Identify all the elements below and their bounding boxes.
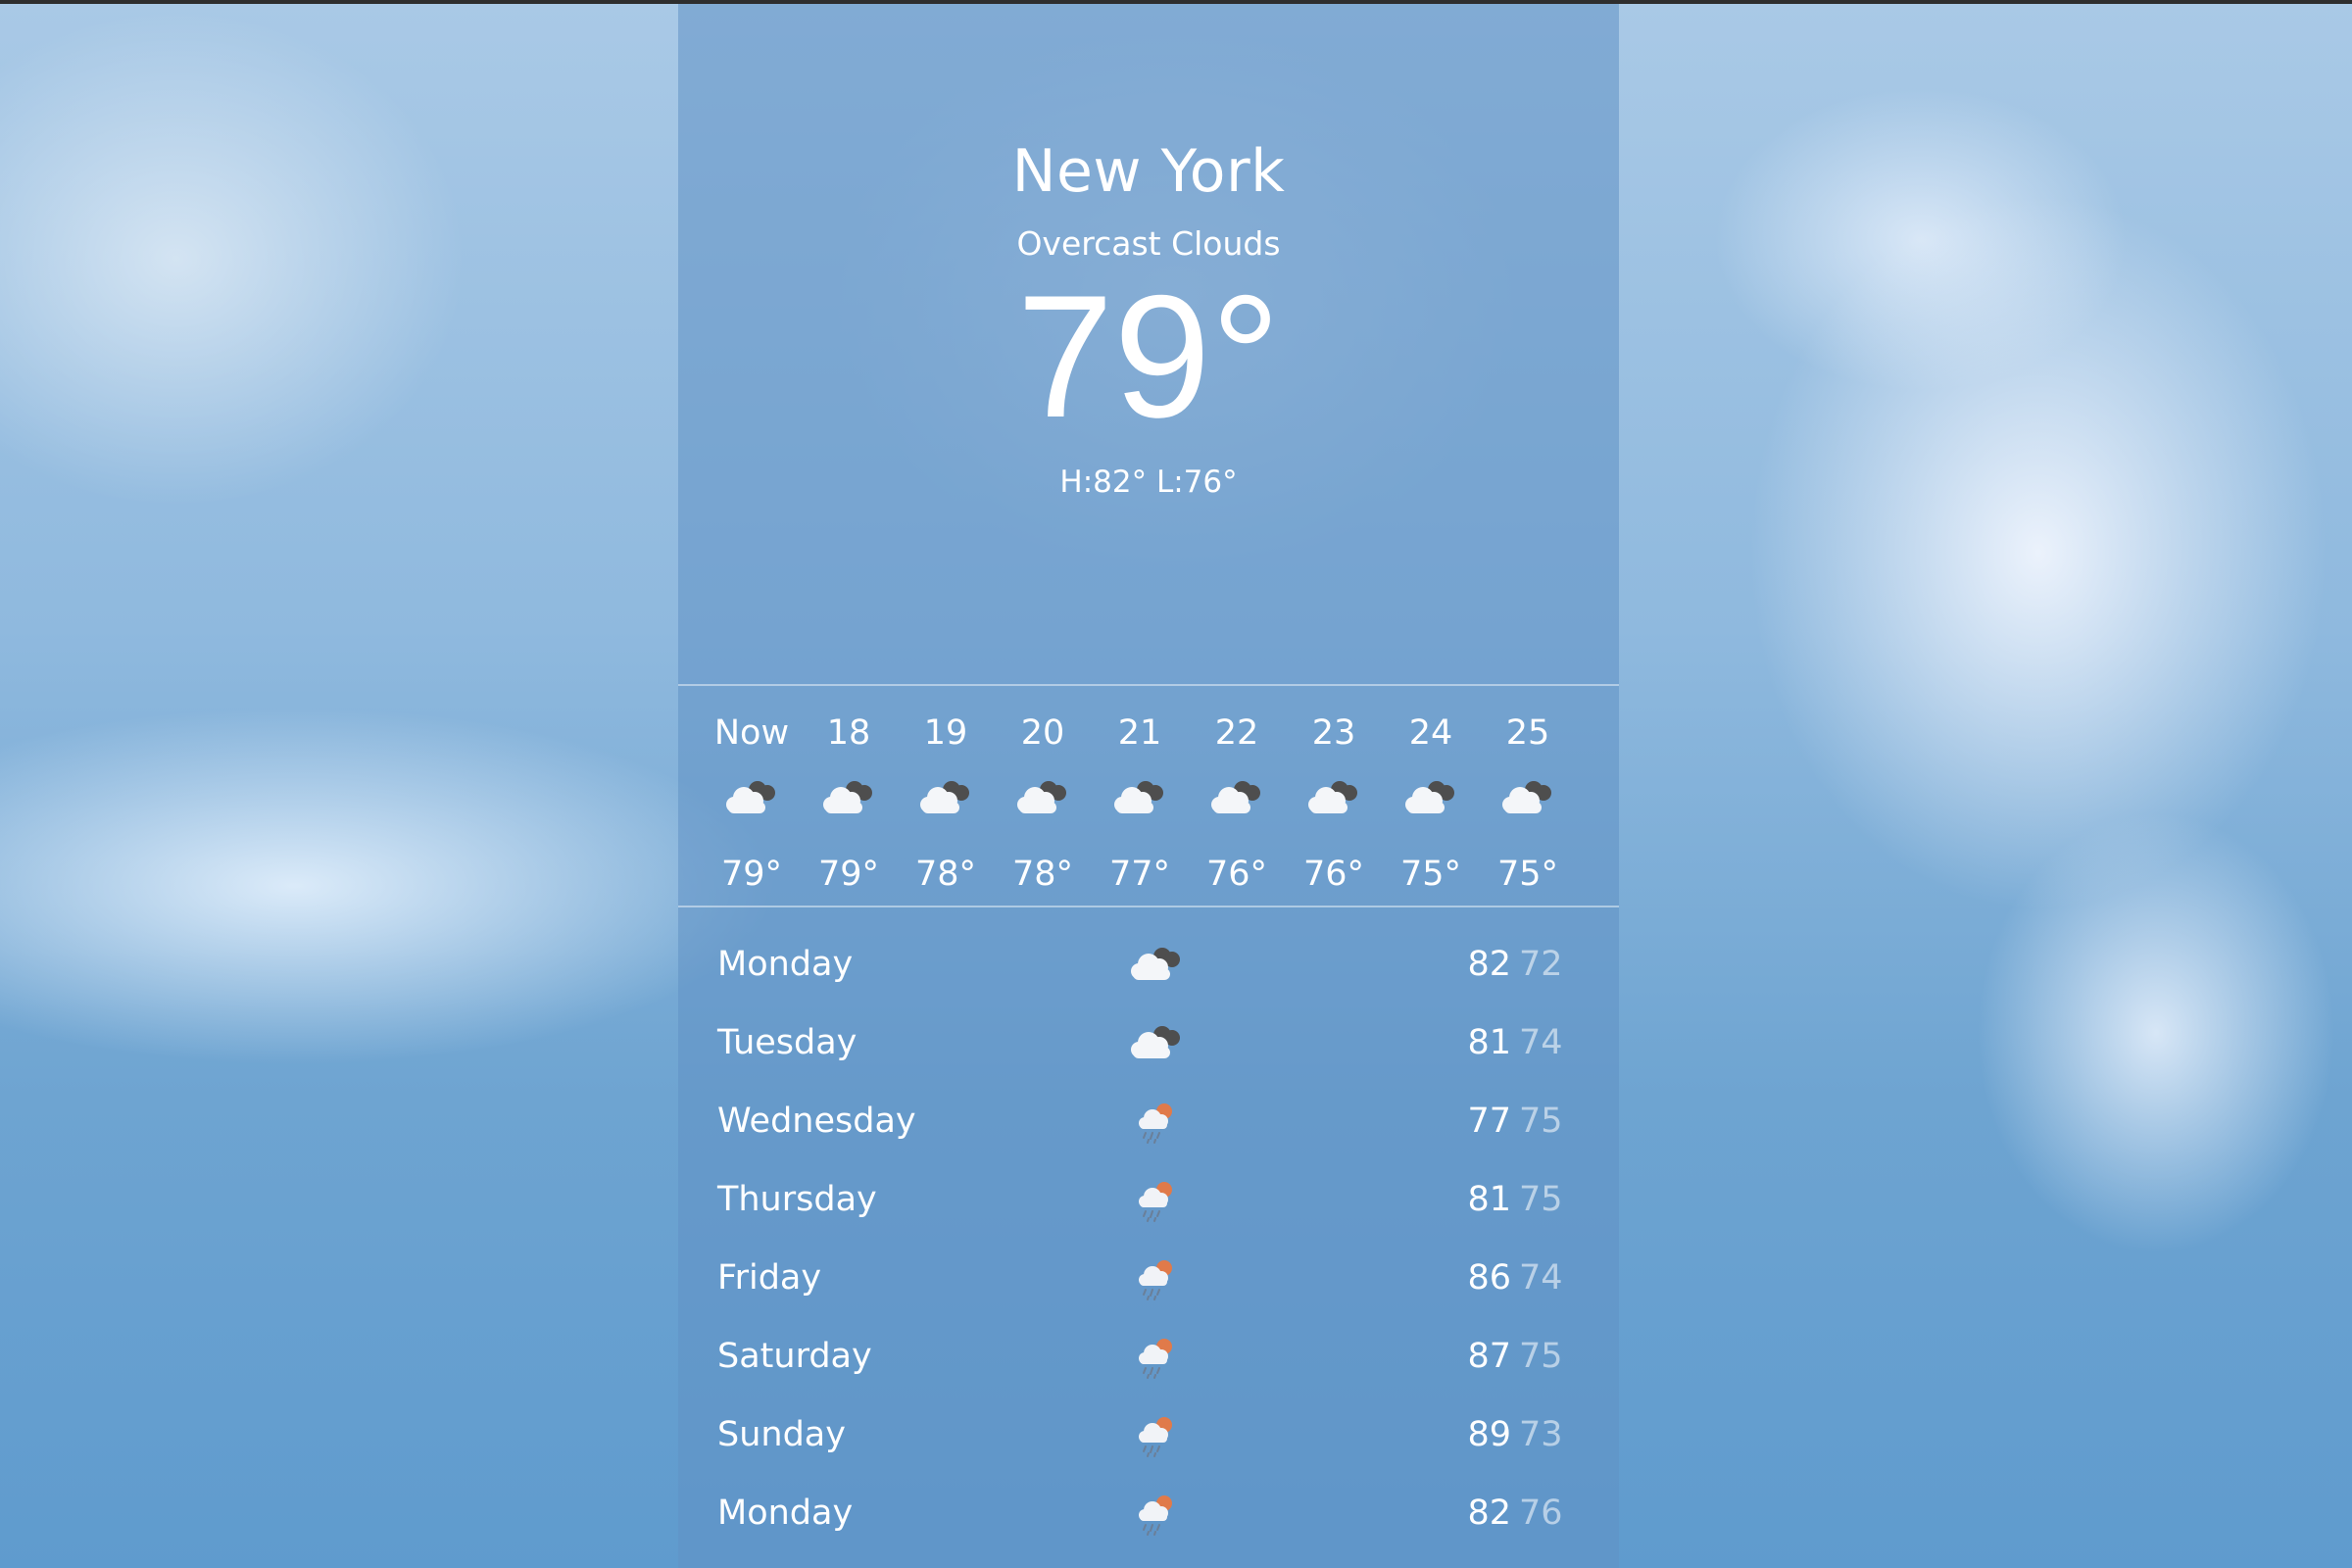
cloudy-icon [1304, 776, 1363, 819]
weather-condition: Overcast Clouds [1016, 224, 1281, 263]
cloudy-icon [1110, 776, 1169, 819]
day-row: Thursday 81 75 [678, 1160, 1619, 1239]
cloudy-icon [722, 776, 781, 819]
day-high: 87 [1467, 1337, 1511, 1376]
hour-temp: 76° [1302, 855, 1365, 894]
day-high: 82 [1467, 1494, 1511, 1533]
cloudy-icon [1127, 1021, 1186, 1066]
rain-icon [1127, 1492, 1186, 1537]
hour-temp: 78° [1011, 855, 1074, 894]
day-name: Monday [717, 945, 854, 984]
day-high: 81 [1467, 1023, 1511, 1062]
day-low: 75 [1519, 1102, 1563, 1141]
cloudy-icon [1498, 776, 1557, 819]
hour-label: 24 [1408, 713, 1453, 753]
day-low: 72 [1519, 945, 1563, 984]
weather-panel: New York Overcast Clouds 79° H:82° L:76°… [678, 4, 1619, 1568]
day-low: 76 [1519, 1494, 1563, 1533]
cloudy-icon [1127, 943, 1186, 988]
day-name: Sunday [717, 1415, 846, 1454]
current-temperature: 79° [1016, 259, 1281, 454]
rain-icon [1127, 1256, 1186, 1301]
rain-icon [1127, 1413, 1186, 1458]
city-name: New York [1011, 137, 1286, 206]
cloudy-icon [1013, 776, 1072, 819]
hour-temp: 75° [1399, 855, 1462, 894]
hourly-forecast[interactable]: Now 79° 18 79° 19 78° 20 78° 21 77° 22 7… [678, 690, 1619, 909]
cloudy-icon [819, 776, 878, 819]
day-high: 86 [1467, 1258, 1511, 1298]
rain-icon [1127, 1100, 1186, 1145]
day-row: Tuesday 81 74 [678, 1004, 1619, 1082]
day-low: 73 [1519, 1415, 1563, 1454]
cloudy-icon [1207, 776, 1266, 819]
hour-temp: 79° [817, 855, 880, 894]
hour-temp: 77° [1108, 855, 1171, 894]
day-low: 74 [1519, 1258, 1563, 1298]
day-row: Wednesday 77 75 [678, 1082, 1619, 1160]
day-name: Monday [717, 1494, 854, 1533]
rain-icon [1127, 1178, 1186, 1223]
day-high: 81 [1467, 1180, 1511, 1219]
hour-label: 25 [1505, 713, 1550, 753]
day-name: Tuesday [717, 1023, 858, 1062]
high-low-temperature: H:82° L:76° [1059, 465, 1238, 500]
divider-top [678, 684, 1619, 686]
hour-label: Now [713, 713, 790, 753]
rain-icon [1127, 1335, 1186, 1380]
hour-temp: 75° [1496, 855, 1559, 894]
hour-temp: 79° [720, 855, 783, 894]
day-low: 75 [1519, 1180, 1563, 1219]
day-row: Saturday 87 75 [678, 1317, 1619, 1396]
hour-label: 22 [1214, 713, 1259, 753]
hour-label: 20 [1020, 713, 1065, 753]
day-low: 74 [1519, 1023, 1563, 1062]
day-row: Sunday 89 73 [678, 1396, 1619, 1474]
day-name: Saturday [717, 1337, 872, 1376]
day-row: Monday 82 72 [678, 925, 1619, 1004]
hour-label: 19 [923, 713, 968, 753]
day-name: Wednesday [717, 1102, 916, 1141]
day-name: Thursday [717, 1180, 877, 1219]
day-high: 82 [1467, 945, 1511, 984]
hour-temp: 78° [914, 855, 977, 894]
divider-bottom [678, 906, 1619, 907]
day-row: Monday 82 76 [678, 1474, 1619, 1552]
hour-label: 18 [826, 713, 871, 753]
hour-label: 23 [1311, 713, 1356, 753]
day-high: 89 [1467, 1415, 1511, 1454]
hour-temp: 76° [1205, 855, 1268, 894]
hour-label: 21 [1117, 713, 1162, 753]
day-name: Friday [717, 1258, 822, 1298]
day-row: Friday 86 74 [678, 1239, 1619, 1317]
cloudy-icon [916, 776, 975, 819]
day-high: 77 [1467, 1102, 1511, 1141]
cloudy-icon [1401, 776, 1460, 819]
day-low: 75 [1519, 1337, 1563, 1376]
